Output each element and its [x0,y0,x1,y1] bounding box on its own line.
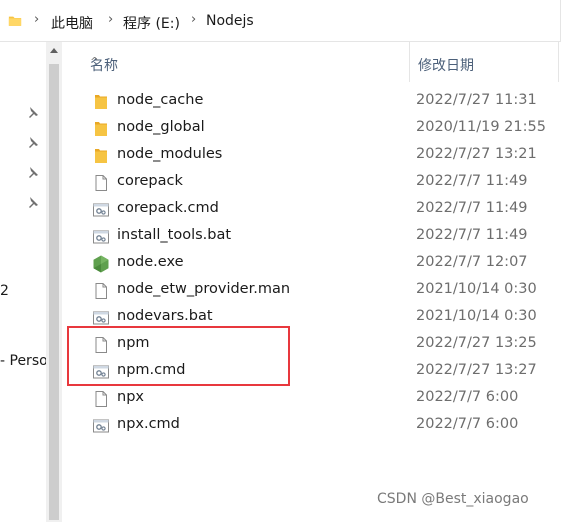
file-icon [95,175,107,191]
address-bar[interactable]: › 此电脑 › 程序 (E:) › Nodejs [0,0,561,42]
pin-icon[interactable] [27,196,39,208]
file-row[interactable]: npx.cmd 2022/7/7 6:00 [62,412,561,439]
file-modified-date: 2022/7/7 6:00 [416,416,519,432]
nodejs-hexagon-icon [93,255,109,273]
gear-file-icon [93,230,109,244]
file-name: npx [117,389,144,405]
file-row[interactable]: node_cache 2022/7/27 11:31 [62,88,561,115]
gear-file-icon [93,311,109,325]
file-row[interactable]: npx 2022/7/7 6:00 [62,385,561,412]
chevron-up-icon [50,47,58,53]
vertical-scrollbar[interactable] [46,42,62,522]
file-row[interactable]: corepack.cmd 2022/7/7 11:49 [62,196,561,223]
file-row[interactable]: node_etw_provider.man 2021/10/14 0:30 [62,277,561,304]
file-name: install_tools.bat [117,227,232,243]
file-name: nodevars.bat [117,308,213,324]
folder-icon [95,95,107,109]
gear-file-icon [93,203,109,217]
file-name: npx.cmd [117,416,180,432]
file-modified-date: 2022/7/27 13:25 [416,335,537,351]
folder-icon [8,16,22,26]
watermark: CSDN @Best_xiaogao [377,491,529,507]
chevron-right-icon: › [34,12,40,27]
folder-icon [95,149,107,163]
file-name: node.exe [117,254,184,270]
file-modified-date: 2022/7/7 11:49 [416,227,528,243]
file-name: node_global [117,119,205,135]
pin-icon[interactable] [27,106,39,118]
file-row[interactable]: node_modules 2022/7/27 13:21 [62,142,561,169]
chevron-right-icon: › [191,12,197,27]
highlight-box [67,326,290,386]
column-header-name[interactable]: 名称 ^ [62,42,408,82]
scroll-up-button[interactable] [46,42,62,58]
sort-ascending-icon: ^ [90,55,100,68]
file-name: corepack [117,173,183,189]
navigation-pane: 2 - Perso [0,42,46,522]
nav-item-partial[interactable]: - Perso [0,353,46,369]
file-row[interactable]: node.exe 2022/7/7 12:07 [62,250,561,277]
file-modified-date: 2021/10/14 0:30 [416,281,537,297]
file-row[interactable]: corepack 2022/7/7 11:49 [62,169,561,196]
file-name: node_modules [117,146,223,162]
breadcrumb-nodejs[interactable]: Nodejs [206,13,254,29]
file-modified-date: 2022/7/27 11:31 [416,92,537,108]
folder-icon [95,122,107,136]
column-divider [558,42,559,82]
file-icon [95,283,107,299]
file-modified-date: 2022/7/7 12:07 [416,254,528,270]
file-name: node_etw_provider.man [117,281,291,297]
gear-file-icon [93,419,109,433]
breadcrumb-this-pc[interactable]: 此电脑 [51,13,93,33]
file-modified-date: 2021/10/14 0:30 [416,308,537,324]
file-name: corepack.cmd [117,200,219,216]
file-row[interactable]: install_tools.bat 2022/7/7 11:49 [62,223,561,250]
file-modified-date: 2022/7/7 11:49 [416,200,528,216]
column-header-date[interactable]: 修改日期 [409,42,560,82]
pin-icon[interactable] [27,136,39,148]
file-modified-date: 2022/7/7 6:00 [416,389,519,405]
file-modified-date: 2022/7/27 13:27 [416,362,537,378]
file-row[interactable]: node_global 2020/11/19 21:55 [62,115,561,142]
scrollbar-thumb[interactable] [49,64,59,520]
file-modified-date: 2022/7/7 11:49 [416,173,528,189]
column-header-date-label: 修改日期 [418,58,474,74]
file-name: node_cache [117,92,204,108]
file-icon [95,391,107,407]
breadcrumb-drive-e[interactable]: 程序 (E:) [123,13,180,33]
file-modified-date: 2022/7/27 13:21 [416,146,537,162]
chevron-right-icon: › [108,12,114,27]
file-modified-date: 2020/11/19 21:55 [416,119,546,135]
pin-icon[interactable] [27,166,39,178]
nav-item-partial[interactable]: 2 [0,283,9,299]
